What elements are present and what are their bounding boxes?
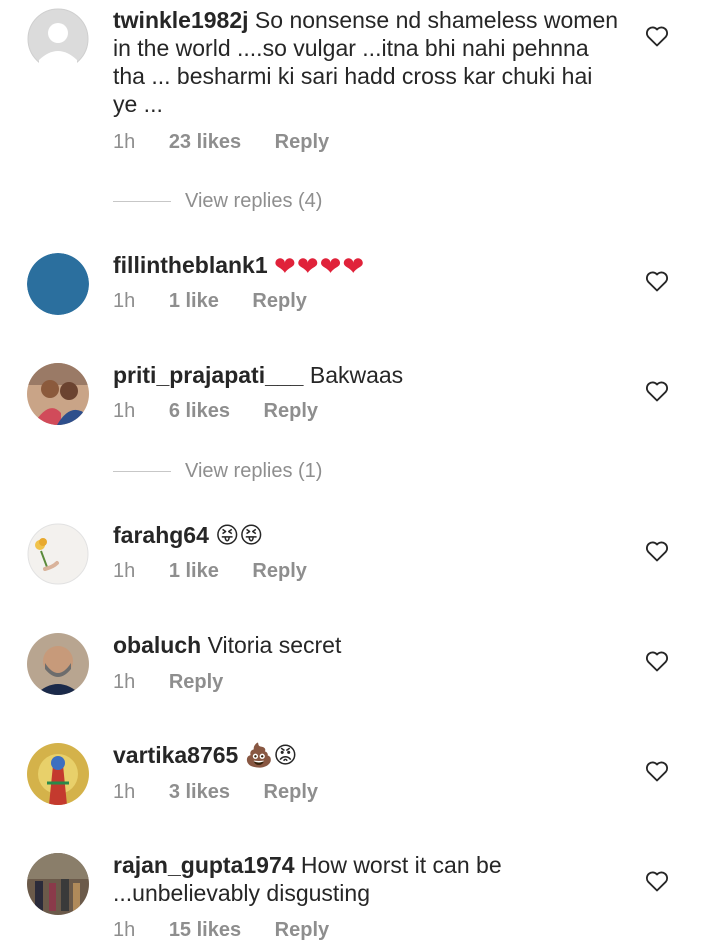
reply-button[interactable]: Reply xyxy=(252,290,306,312)
heart-outline-icon[interactable] xyxy=(645,870,669,892)
comment-likes[interactable]: 1 like xyxy=(169,560,219,582)
comment-body: Vitoria secret xyxy=(207,632,342,658)
view-replies-label: View replies (1) xyxy=(185,460,323,482)
view-replies-button[interactable]: View replies (1) xyxy=(113,460,322,484)
comment-meta: 1h 15 likes Reply xyxy=(113,919,357,942)
comment-time: 1h xyxy=(113,400,136,422)
comment-text: farahg64 😝😝 xyxy=(113,521,623,550)
reply-button[interactable]: Reply xyxy=(264,781,318,803)
comment-username[interactable]: rajan_gupta1974 xyxy=(113,852,295,878)
heart-outline-icon[interactable] xyxy=(645,650,669,672)
avatar[interactable] xyxy=(27,253,89,315)
comment-body: 💩😡 xyxy=(244,743,298,769)
heart-outline-icon[interactable] xyxy=(645,380,669,402)
reply-button[interactable]: Reply xyxy=(264,400,318,422)
comment-username[interactable]: twinkle1982j xyxy=(113,7,249,33)
comment-time: 1h xyxy=(113,919,136,941)
divider-line xyxy=(113,201,171,203)
avatar-photo[interactable] xyxy=(27,523,89,585)
comment-time: 1h xyxy=(113,131,136,153)
reply-button[interactable]: Reply xyxy=(252,560,306,582)
comment-text: obaluch Vitoria secret xyxy=(113,631,623,659)
comment-username[interactable]: priti_prajapati___ xyxy=(113,362,303,388)
avatar-photo[interactable] xyxy=(27,633,89,695)
comment-body: 😝😝 xyxy=(215,523,264,549)
comment-meta: 1h 1 like Reply xyxy=(113,560,335,583)
comment-meta: 1h Reply xyxy=(113,671,251,694)
heart-outline-icon[interactable] xyxy=(645,25,669,47)
comment-text: priti_prajapati___ Bakwaas xyxy=(113,361,623,389)
comment-likes[interactable]: 1 like xyxy=(169,290,219,312)
comment-meta: 1h 3 likes Reply xyxy=(113,781,346,804)
heart-outline-icon[interactable] xyxy=(645,760,669,782)
comment-likes[interactable]: 23 likes xyxy=(169,131,241,153)
comment-body: ❤❤❤❤ xyxy=(274,251,366,281)
comment-meta: 1h 1 like Reply xyxy=(113,290,335,313)
comment-text: vartika8765 💩😡 xyxy=(113,741,623,770)
comment-time: 1h xyxy=(113,671,136,693)
reply-button[interactable]: Reply xyxy=(169,671,223,693)
comment-meta: 1h 23 likes Reply xyxy=(113,131,357,154)
avatar-default[interactable] xyxy=(27,8,89,70)
comment-text: rajan_gupta1974 How worst it can be ...u… xyxy=(113,851,623,907)
comment-likes[interactable]: 3 likes xyxy=(169,781,230,803)
comment-username[interactable]: farahg64 xyxy=(113,522,209,548)
divider-line xyxy=(113,471,171,473)
comment-time: 1h xyxy=(113,560,136,582)
comment-body: Bakwaas xyxy=(309,362,404,388)
comment-meta: 1h 6 likes Reply xyxy=(113,400,346,423)
view-replies-button[interactable]: View replies (4) xyxy=(113,190,322,214)
comment-username[interactable]: obaluch xyxy=(113,632,201,658)
comment-likes[interactable]: 6 likes xyxy=(169,400,230,422)
comment-username[interactable]: fillintheblank1 xyxy=(113,252,268,278)
reply-button[interactable]: Reply xyxy=(275,131,329,153)
avatar-photo[interactable] xyxy=(27,363,89,425)
comment-time: 1h xyxy=(113,290,136,312)
avatar-photo[interactable] xyxy=(27,853,89,915)
avatar-photo[interactable] xyxy=(27,743,89,805)
comment-likes[interactable]: 15 likes xyxy=(169,919,241,941)
comment-text: twinkle1982j So nonsense nd shameless wo… xyxy=(113,6,623,118)
reply-button[interactable]: Reply xyxy=(275,919,329,941)
comment-username[interactable]: vartika8765 xyxy=(113,742,238,768)
view-replies-label: View replies (4) xyxy=(185,190,323,212)
heart-outline-icon[interactable] xyxy=(645,540,669,562)
comment-time: 1h xyxy=(113,781,136,803)
heart-outline-icon[interactable] xyxy=(645,270,669,292)
comment-text: fillintheblank1 ❤❤❤❤ xyxy=(113,251,623,280)
